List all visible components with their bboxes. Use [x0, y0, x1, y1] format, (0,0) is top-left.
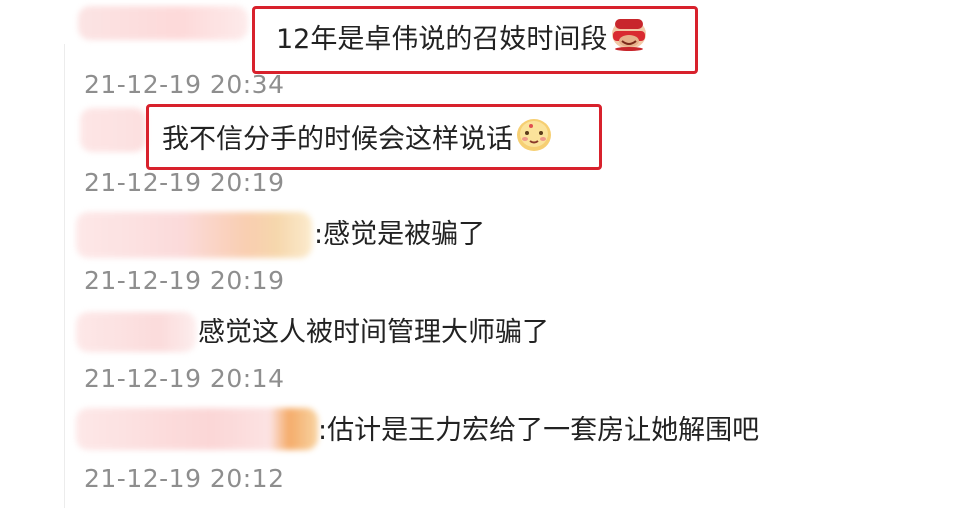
timestamp: 21-12-19 20:19 — [84, 168, 285, 197]
comment-text: :感觉是被骗了 — [314, 219, 486, 250]
timestamp: 21-12-19 20:34 — [84, 70, 285, 99]
shy-face-icon — [515, 116, 553, 161]
timestamp: 21-12-19 20:19 — [84, 266, 285, 295]
blurred-avatar — [80, 108, 146, 152]
blurred-username — [76, 408, 318, 450]
timestamp: 21-12-19 20:14 — [84, 364, 285, 393]
timestamp: 21-12-19 20:12 — [84, 464, 285, 493]
comment-text: 我不信分手的时候会这样说话 — [162, 118, 553, 163]
comment-feed: 12年是卓伟说的召妓时间段 21-12-19 20:34 我不信分手的时候会这样… — [0, 0, 962, 508]
blurred-username — [78, 6, 248, 40]
blurred-username — [76, 312, 196, 352]
blurred-username — [76, 212, 312, 258]
thread-divider — [64, 44, 65, 508]
comment-text: 感觉这人被时间管理大师骗了 — [198, 317, 549, 348]
red-lantern-face-icon — [609, 17, 649, 60]
comment-text: 12年是卓伟说的召妓时间段 — [276, 19, 649, 62]
comment-text: :估计是王力宏给了一套房让她解围吧 — [318, 415, 760, 446]
